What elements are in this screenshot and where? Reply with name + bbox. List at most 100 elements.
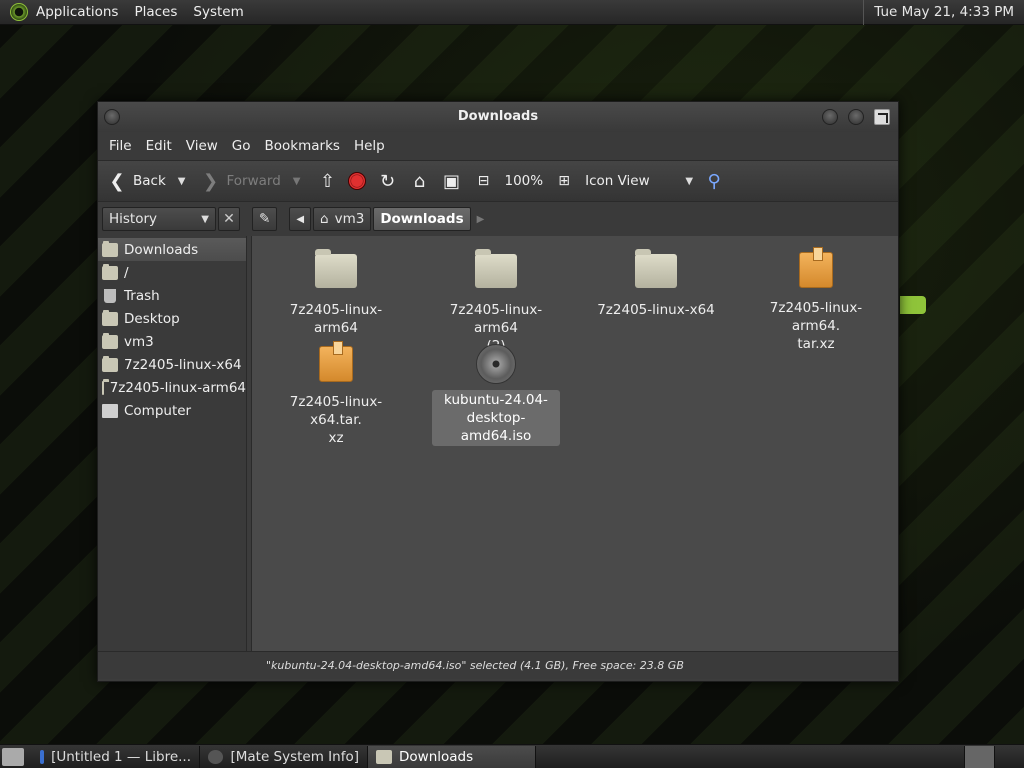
content-area: Downloads / Trash Desktop vm3 7z2405-lin… [98,236,898,651]
sidebar-item-vm3[interactable]: vm3 [98,330,246,353]
forward-arrow-icon: ❯ [202,170,219,192]
chevron-right-icon: ▶ [476,213,485,225]
sidebar-item-7z2405-linux-arm64[interactable]: 7z2405-linux-arm64 [98,376,246,399]
clock[interactable]: Tue May 21, 4:33 PM [863,0,1024,25]
sidebar-mode-select: History ▼ ✕ [102,207,242,231]
search-button[interactable]: ⚲ [703,166,725,196]
file-item-selected[interactable]: kubuntu-24.04- desktop-amd64.iso [432,342,560,446]
disc-icon-wrap [475,344,517,386]
computer-button[interactable]: ▣ [440,166,462,196]
back-label: Back [133,173,166,189]
sidebar-item-label: Desktop [124,310,180,327]
stop-button[interactable] [348,166,367,196]
zoom-out-icon: ⊟ [477,173,490,189]
restore-button[interactable] [874,109,890,125]
file-name: 7z2405-linux-x64.tar. xz [289,394,383,446]
workspace-switcher [964,746,1024,768]
menu-applications[interactable]: Applications [28,4,126,20]
file-item[interactable]: 7z2405-linux-x64.tar. xz [272,341,400,448]
folder-icon [315,249,357,288]
chevron-left-icon: ◀ [296,213,305,225]
back-arrow-icon: ❮ [109,170,125,192]
up-button[interactable]: ⇧ [316,166,338,196]
menu-go[interactable]: Go [225,138,258,154]
zoom-out-button[interactable]: ⊟ [472,166,494,196]
sidebar-mode-combo[interactable]: History ▼ [102,207,216,231]
task-system-info[interactable]: [Mate System Info] [200,745,368,768]
path-vm3-label: vm3 [334,211,365,227]
sidebar-item-trash[interactable]: Trash [98,284,246,307]
show-desktop-icon[interactable] [2,747,24,766]
system-info-icon [208,749,224,764]
menu-bookmarks[interactable]: Bookmarks [258,138,347,154]
zoom-level[interactable]: 100% [504,166,543,196]
search-icon: ⚲ [707,170,721,192]
window-menu-icon[interactable] [104,109,120,125]
close-sidebar-button[interactable]: ✕ [218,207,240,231]
zoom-in-button[interactable]: ⊞ [553,166,575,196]
forward-button[interactable]: ❯ Forward [199,166,281,196]
path-button-vm3[interactable]: ⌂ vm3 [313,207,372,231]
forward-label: Forward [226,173,281,189]
menu-view[interactable]: View [179,138,225,154]
sidebar-item-root[interactable]: / [98,261,246,284]
computer-icon: ▣ [442,170,460,192]
sidebar: Downloads / Trash Desktop vm3 7z2405-lin… [98,236,247,651]
task-downloads[interactable]: Downloads [368,745,536,768]
sidebar-item-label: 7z2405-linux-arm64 [109,379,246,396]
maximize-button[interactable] [848,109,864,125]
top-panel: Applications Places System Tue May 21, 4… [0,0,1024,25]
edit-icon: ✎ [259,211,271,227]
file-item[interactable]: 7z2405-linux-arm64 (2) [432,248,560,356]
forward-history-chevron-icon[interactable]: ▼ [293,176,301,187]
workspace-1[interactable] [964,746,994,768]
file-name: 7z2405-linux-arm64 [289,302,383,336]
menu-places[interactable]: Places [126,4,185,20]
minimize-button[interactable] [822,109,838,125]
menu-edit[interactable]: Edit [139,138,179,154]
folder-icon-wrap [635,249,677,296]
sidebar-item-desktop[interactable]: Desktop [98,307,246,330]
back-history-chevron-icon[interactable]: ▼ [178,176,186,187]
sidebar-item-computer[interactable]: Computer [98,399,246,422]
background-window-edge [900,296,926,314]
sidebar-item-downloads[interactable]: Downloads [98,238,246,261]
file-name: 7z2405-linux-x64 [597,302,715,318]
menu-help[interactable]: Help [347,138,392,154]
sidebar-item-label: 7z2405-linux-x64 [124,356,242,373]
folder-icon [102,378,108,395]
task-label: [Mate System Info] [230,748,359,765]
sidebar-item-label: vm3 [124,333,154,350]
menu-file[interactable]: File [102,138,139,154]
file-name: 7z2405-linux-arm64. tar.xz [769,300,863,352]
status-bar: "kubuntu-24.04-desktop-amd64.iso" select… [98,651,898,679]
menu-system[interactable]: System [185,4,251,20]
workspace-2[interactable] [994,746,1024,768]
back-button[interactable]: ❮ Back [106,166,166,196]
task-libreoffice[interactable]: [Untitled 1 — Libre... [32,745,200,768]
view-mode-select[interactable]: Icon View ▼ [585,166,693,196]
path-scroll-right-button[interactable]: ▶ [471,207,491,231]
reload-button[interactable]: ↻ [376,166,398,196]
panel-menu: Applications Places System [0,0,252,25]
home-folder-icon: ⌂ [413,170,426,192]
folder-icon [102,240,118,257]
path-scroll-left-button[interactable]: ◀ [289,207,312,231]
file-manager-window: Downloads File Edit View Go Bookmarks He… [97,101,899,682]
mate-logo-icon[interactable] [10,3,28,21]
folder-icon-wrap [315,249,357,296]
stop-icon [348,172,367,190]
path-downloads-label: Downloads [380,211,464,227]
file-grid[interactable]: 7z2405-linux-arm64 7z2405-linux-arm64 (2… [251,236,898,651]
sidebar-item-label: Downloads [124,241,199,258]
sidebar-item-label: / [124,264,129,281]
folder-icon [635,249,677,288]
file-item[interactable]: 7z2405-linux-arm64 [272,248,400,338]
toggle-location-entry-button[interactable]: ✎ [252,207,278,231]
home-button[interactable]: ⌂ [408,166,430,196]
file-item[interactable]: 7z2405-linux-x64 [592,248,720,320]
sidebar-item-7z2405-linux-x64[interactable]: 7z2405-linux-x64 [98,353,246,376]
window-titlebar[interactable]: Downloads [98,102,898,132]
path-button-downloads[interactable]: Downloads [373,207,471,231]
file-item[interactable]: 7z2405-linux-arm64. tar.xz [752,247,880,354]
